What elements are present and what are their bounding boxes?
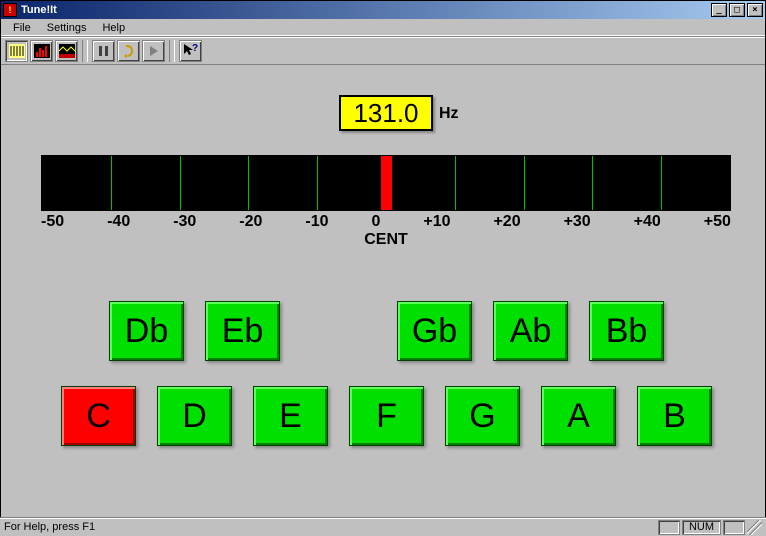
toolbar-separator [82, 40, 88, 62]
play-button[interactable] [142, 40, 165, 62]
note-c-button[interactable]: C [61, 386, 136, 446]
menu-settings[interactable]: Settings [39, 21, 95, 35]
meter-view-button[interactable] [5, 40, 28, 62]
meter-tick [248, 156, 249, 210]
meter-label: +40 [634, 213, 661, 231]
spectrum-icon [34, 44, 50, 58]
meter-labels: -50 -40 -30 -20 -10 0 +10 +20 +30 +40 +5… [41, 213, 731, 231]
cent-meter [41, 155, 731, 211]
resize-grip[interactable] [747, 520, 762, 535]
window-controls: _ □ × [711, 3, 763, 17]
waveform-view-button[interactable] [55, 40, 78, 62]
meter-label: 0 [371, 213, 380, 231]
cent-meter-group: -50 -40 -30 -20 -10 0 +10 +20 +30 +40 +5… [41, 155, 731, 249]
close-button[interactable]: × [747, 3, 763, 17]
pause-icon [98, 45, 110, 57]
svg-text:?: ? [192, 43, 198, 54]
minimize-button[interactable]: _ [711, 3, 727, 17]
note-label: Bb [606, 312, 648, 351]
meter-label: +50 [704, 213, 731, 231]
meter-icon [9, 44, 25, 58]
note-bb-button[interactable]: Bb [589, 301, 664, 361]
note-label: Ab [510, 312, 552, 351]
meter-label: -10 [305, 213, 328, 231]
menu-file[interactable]: File [5, 21, 39, 35]
meter-tick [180, 156, 181, 210]
ear-icon [122, 44, 136, 58]
menubar: File Settings Help [1, 19, 765, 37]
status-numlock: NUM [682, 520, 721, 535]
frequency-value: 131.0 [353, 98, 418, 129]
note-gb-button[interactable]: Gb [397, 301, 472, 361]
status-text: For Help, press F1 [4, 521, 656, 533]
app-icon: ! [3, 3, 17, 17]
meter-label: +10 [423, 213, 450, 231]
note-ab-button[interactable]: Ab [493, 301, 568, 361]
meter-tick [524, 156, 525, 210]
status-well [658, 520, 680, 535]
meter-label: -50 [41, 213, 64, 231]
meter-tick [661, 156, 662, 210]
note-label: B [663, 397, 686, 436]
listen-button[interactable] [117, 40, 140, 62]
meter-label: +30 [564, 213, 591, 231]
maximize-button[interactable]: □ [729, 3, 745, 17]
toolbar: ? [1, 37, 765, 65]
note-e-button[interactable]: E [253, 386, 328, 446]
waveform-icon [59, 44, 75, 58]
meter-tick [317, 156, 318, 210]
meter-label: -20 [239, 213, 262, 231]
help-cursor-icon: ? [183, 43, 199, 59]
toolbar-separator [169, 40, 175, 62]
note-label: Eb [222, 312, 264, 351]
frequency-display: 131.0 [339, 95, 433, 131]
menu-help[interactable]: Help [94, 21, 133, 35]
note-label: D [182, 397, 207, 436]
pause-button[interactable] [92, 40, 115, 62]
status-well [723, 520, 745, 535]
titlebar: ! Tune!It _ □ × [1, 1, 765, 19]
meter-caption: CENT [41, 231, 731, 249]
play-icon [148, 45, 160, 57]
frequency-unit: Hz [439, 105, 459, 123]
note-g-button[interactable]: G [445, 386, 520, 446]
note-b-button[interactable]: B [637, 386, 712, 446]
spectrum-view-button[interactable] [30, 40, 53, 62]
note-label: C [86, 397, 111, 436]
main-panel: 131.0 Hz -50 -40 -30 -20 -10 0 +10 +20 +… [1, 65, 765, 517]
note-eb-button[interactable]: Eb [205, 301, 280, 361]
context-help-button[interactable]: ? [179, 40, 202, 62]
window-title: Tune!It [21, 4, 711, 16]
meter-needle [381, 156, 392, 210]
meter-label: +20 [493, 213, 520, 231]
meter-label: -40 [107, 213, 130, 231]
note-a-button[interactable]: A [541, 386, 616, 446]
statusbar: For Help, press F1 NUM [0, 517, 766, 536]
note-label: G [469, 397, 495, 436]
meter-label: -30 [173, 213, 196, 231]
note-db-button[interactable]: Db [109, 301, 184, 361]
note-label: A [567, 397, 590, 436]
note-label: F [376, 397, 397, 436]
meter-tick [111, 156, 112, 210]
note-f-button[interactable]: F [349, 386, 424, 446]
note-d-button[interactable]: D [157, 386, 232, 446]
note-label: Gb [412, 312, 457, 351]
meter-tick [455, 156, 456, 210]
note-label: Db [125, 312, 168, 351]
note-label: E [279, 397, 302, 436]
meter-tick [592, 156, 593, 210]
